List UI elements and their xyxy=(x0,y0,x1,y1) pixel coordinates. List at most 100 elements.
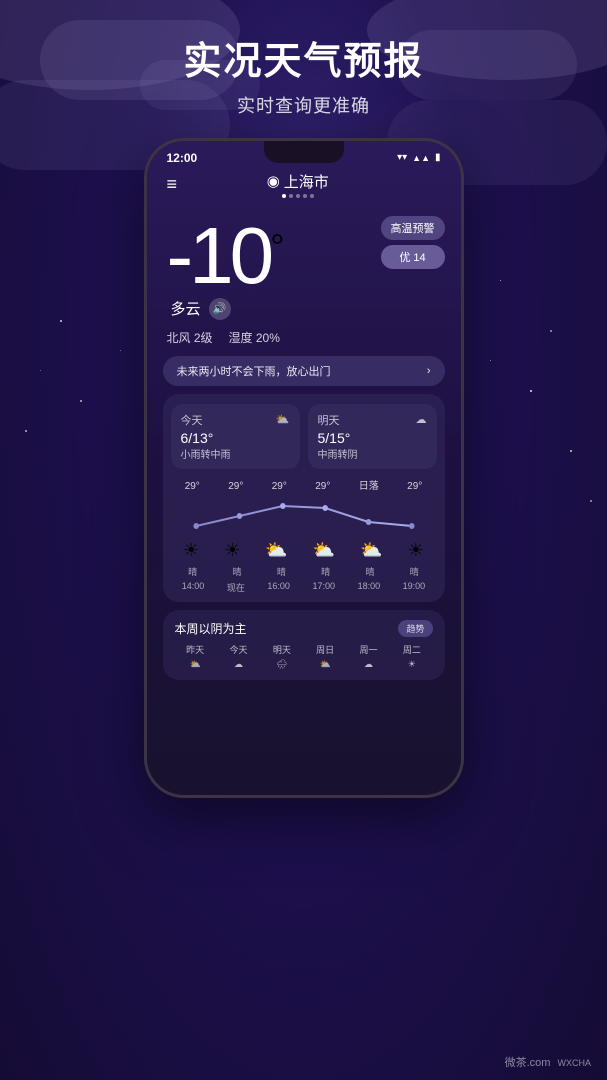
hourly-temps-row: 29° 29° 29° 29° 日落 29° xyxy=(171,477,437,492)
weekly-days-grid: 昨天 ⛅ 今天 ☁ 明天 🌧 周日 ⛅ xyxy=(175,643,433,670)
page-dots xyxy=(267,194,329,198)
hourly-item-1: 29° xyxy=(228,481,243,492)
rain-forecast-text: 未来两小时不会下雨，放心出门 xyxy=(177,363,331,379)
weekly-day-5: 周二 ☀ xyxy=(391,643,432,670)
location-display: ◉ 上海市 xyxy=(267,171,329,192)
location-pin-icon: ◉ xyxy=(267,172,280,190)
temp-val-2: 29° xyxy=(272,481,287,492)
temp-val-3: 29° xyxy=(315,481,330,492)
rain-arrow-icon: › xyxy=(427,365,431,377)
temperature-value: -10 xyxy=(167,216,271,296)
brand-suffix: .com xyxy=(527,1057,551,1069)
cond-label-4: 晴 xyxy=(365,565,374,578)
weekly-header: 本周以阴为主 趋势 xyxy=(175,620,433,637)
weekly-title: 本周以阴为主 xyxy=(175,620,247,637)
weather-main: 高温预警 优 14 -10 ° 多云 🔊 xyxy=(147,206,461,325)
weekly-day-4: 周一 ☁ xyxy=(348,643,389,670)
weekly-day-1: 今天 ☁ xyxy=(218,643,259,670)
brand-name: 微茶 xyxy=(505,1057,527,1069)
hourly-icons-row: ☀ ☀ ⛅ ⛅ ⛅ ☀ xyxy=(171,540,437,561)
high-temp-badge: 高温预警 xyxy=(381,216,445,240)
signal-icon: ▲▲ xyxy=(412,153,430,163)
temp-chart xyxy=(175,496,433,536)
hourly-section: 今天 ⛅ 6/13° 小雨转中雨 明天 ☁ 5/15° 中雨转阴 xyxy=(163,394,445,602)
weekly-day-2: 明天 🌧 xyxy=(261,643,302,670)
time-label-3: 17:00 xyxy=(312,581,335,594)
dot-2 xyxy=(289,194,293,198)
trend-button[interactable]: 趋势 xyxy=(398,620,432,637)
today-label: 今天 ⛅ xyxy=(181,412,290,428)
day-icon-5: ☀ xyxy=(391,659,432,670)
cond-label-3: 晴 xyxy=(321,565,330,578)
day-icon-1: ☁ xyxy=(218,659,259,670)
today-card: 今天 ⛅ 6/13° 小雨转中雨 xyxy=(171,404,300,469)
tomorrow-desc: 中雨转阴 xyxy=(318,446,427,461)
city-name: 上海市 xyxy=(284,171,329,192)
alert-badges: 高温预警 优 14 xyxy=(381,216,445,269)
tomorrow-icon: ☁ xyxy=(416,413,427,426)
cond-label-1: 晴 xyxy=(232,565,241,578)
phone-mockup: 12:00 ▾▾ ▲▲ ▮ ≡ ◉ 上海市 xyxy=(144,138,464,798)
wind-humidity: 北风 2级 湿度 20% xyxy=(147,325,461,350)
temp-val-5: 29° xyxy=(407,481,422,492)
dot-4 xyxy=(303,194,307,198)
dot-5 xyxy=(310,194,314,198)
day-name-5: 周二 xyxy=(391,643,432,656)
time-label-5: 19:00 xyxy=(403,581,426,594)
rain-forecast-banner[interactable]: 未来两小时不会下雨，放心出门 › xyxy=(163,356,445,386)
phone-nav: ≡ ◉ 上海市 xyxy=(147,169,461,206)
wifi-icon: ▾▾ xyxy=(397,152,407,163)
aqi-badge: 优 14 xyxy=(381,245,445,269)
tomorrow-card: 明天 ☁ 5/15° 中雨转阴 xyxy=(308,404,437,469)
weather-condition: 多云 🔊 xyxy=(171,298,441,320)
phone-inner: 12:00 ▾▾ ▲▲ ▮ ≡ ◉ 上海市 xyxy=(147,141,461,795)
speaker-icon[interactable]: 🔊 xyxy=(209,298,231,320)
dot-3 xyxy=(296,194,300,198)
chart-area xyxy=(175,496,433,536)
cond-label-2: 晴 xyxy=(277,565,286,578)
today-temps: 6/13° xyxy=(181,430,290,446)
time-label-1: 现在 xyxy=(227,581,245,594)
hourly-item-3: 29° xyxy=(315,481,330,492)
status-icons: ▾▾ ▲▲ ▮ xyxy=(397,152,440,163)
hourly-item-2: 29° xyxy=(272,481,287,492)
phone-notch xyxy=(264,141,344,163)
day-name-1: 今天 xyxy=(218,643,259,656)
wxcha-label: WXCHA xyxy=(558,1058,592,1068)
today-desc: 小雨转中雨 xyxy=(181,446,290,461)
weekly-day-0: 昨天 ⛅ xyxy=(175,643,216,670)
today-icon: ⛅ xyxy=(276,413,290,426)
app-title: 实况天气预报 xyxy=(183,40,423,86)
cond-label-0: 晴 xyxy=(188,565,197,578)
day-name-0: 昨天 xyxy=(175,643,216,656)
time-label-0: 14:00 xyxy=(182,581,205,594)
tomorrow-label: 明天 ☁ xyxy=(318,412,427,428)
dot-1 xyxy=(282,194,286,198)
temp-val-0: 29° xyxy=(185,481,200,492)
day-name-2: 明天 xyxy=(261,643,302,656)
time-label-2: 16:00 xyxy=(267,581,290,594)
status-time: 12:00 xyxy=(167,151,198,165)
hourly-icon-4: ⛅ xyxy=(360,540,382,561)
title-area: 实况天气预报 实时查询更准确 xyxy=(183,0,423,118)
day-icon-2: 🌧 xyxy=(261,659,302,670)
temp-val-4: 日落 xyxy=(359,477,379,492)
today-text: 今天 xyxy=(181,412,203,428)
watermark: 微茶.com WXCHA xyxy=(505,1054,591,1070)
hourly-item-5: 29° xyxy=(407,481,422,492)
main-content: 实况天气预报 实时查询更准确 12:00 ▾▾ ▲▲ ▮ ≡ ◉ xyxy=(0,0,607,1080)
hourly-icon-1: ☀ xyxy=(224,540,240,561)
hourly-time-labels: 14:00 现在 16:00 17:00 18:00 19:00 xyxy=(171,581,437,594)
humidity-text: 湿度 20% xyxy=(229,329,280,346)
hourly-icon-3: ⛅ xyxy=(313,540,335,561)
time-label-4: 18:00 xyxy=(358,581,381,594)
temp-val-1: 29° xyxy=(228,481,243,492)
tomorrow-temps: 5/15° xyxy=(318,430,427,446)
menu-icon[interactable]: ≡ xyxy=(167,174,180,195)
day-icon-4: ☁ xyxy=(348,659,389,670)
battery-icon: ▮ xyxy=(435,152,441,163)
weekly-section: 本周以阴为主 趋势 昨天 ⛅ 今天 ☁ 明天 xyxy=(163,610,445,680)
trend-btn-label: 趋势 xyxy=(406,624,424,634)
hourly-item-4: 日落 xyxy=(359,477,379,492)
weekly-day-3: 周日 ⛅ xyxy=(304,643,345,670)
